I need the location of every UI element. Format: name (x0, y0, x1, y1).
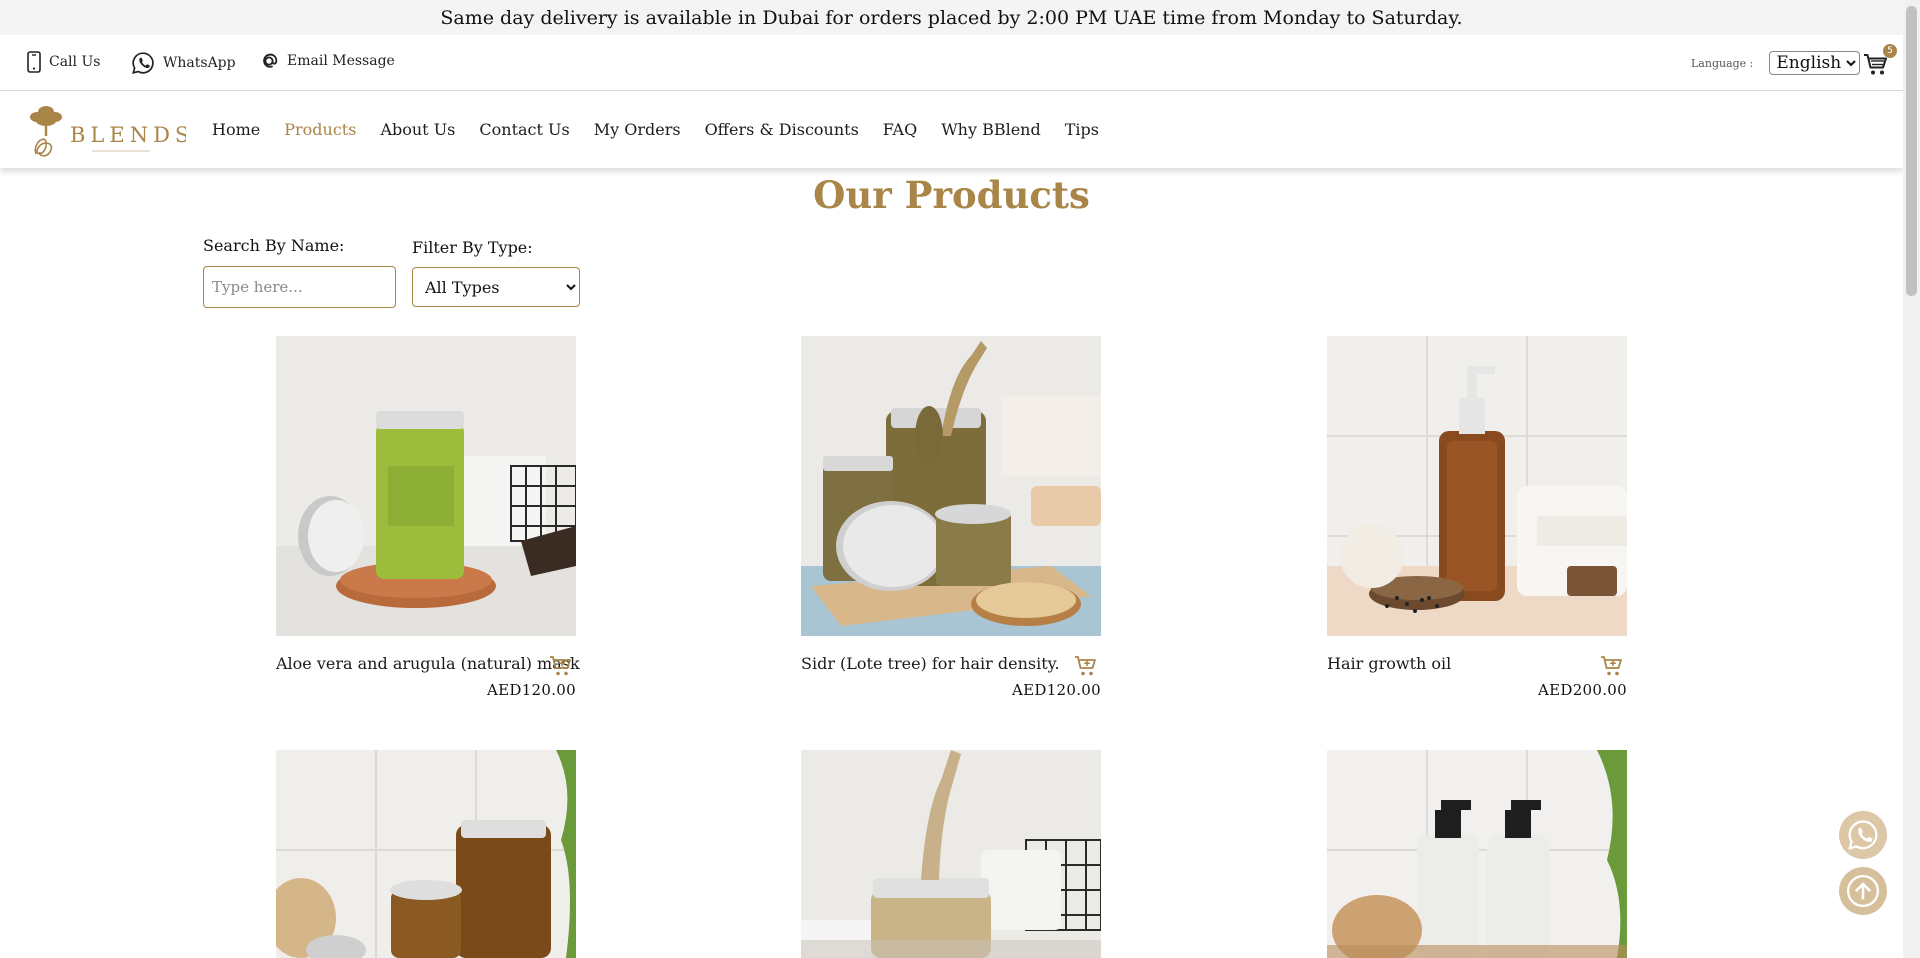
at-sign-icon (263, 53, 278, 68)
product-name[interactable]: Hair growth oil (1327, 654, 1451, 673)
nav-tips[interactable]: Tips (1065, 120, 1099, 139)
filter-label: Filter By Type: (412, 238, 533, 257)
email-link[interactable]: Email Message (259, 51, 395, 71)
add-to-cart-icon[interactable] (1074, 654, 1098, 678)
product-card: Hair growth oil AED200.00 (1327, 336, 1627, 699)
contact-bar: Call Us WhatsApp Email Message Language … (0, 35, 1903, 91)
nav-contact[interactable]: Contact Us (479, 120, 569, 139)
product-price: AED200.00 (1538, 681, 1627, 699)
whatsapp-label: WhatsApp (163, 55, 236, 71)
language-select[interactable]: English (1769, 51, 1861, 75)
product-name[interactable]: Aloe vera and arugula (natural) mask (276, 654, 580, 673)
whatsapp-float-button[interactable] (1839, 811, 1887, 859)
product-card: Aloe vera and arugula (natural) mask AED… (276, 336, 580, 699)
whatsapp-icon (132, 52, 154, 74)
product-price: AED120.00 (487, 681, 576, 699)
search-label: Search By Name: (203, 236, 345, 255)
nav-products[interactable]: Products (284, 120, 356, 139)
call-us-link[interactable]: Call Us (27, 51, 100, 73)
product-name[interactable]: Sidr (Lote tree) for hair density. (801, 654, 1060, 673)
add-to-cart-icon[interactable] (549, 654, 573, 678)
search-input[interactable] (203, 266, 396, 308)
product-image[interactable] (1327, 336, 1627, 636)
nav-links: Home Products About Us Contact Us My Ord… (212, 120, 1123, 139)
announcement-text: Same day delivery is available in Dubai … (440, 6, 1463, 29)
product-price: AED120.00 (1012, 681, 1101, 699)
call-us-label: Call Us (49, 54, 101, 70)
arrow-up-icon (1846, 874, 1880, 908)
main-navigation: BLENDS Home Products About Us Contact Us… (0, 92, 1903, 168)
brand-logo[interactable]: BLENDS (26, 102, 186, 160)
announcement-bar: Same day delivery is available in Dubai … (0, 0, 1903, 35)
phone-icon (27, 51, 41, 73)
product-image[interactable] (276, 750, 576, 958)
product-image[interactable] (276, 336, 576, 636)
nav-why-bblend[interactable]: Why BBlend (941, 120, 1041, 139)
nav-about[interactable]: About Us (380, 120, 455, 139)
product-image[interactable] (1327, 750, 1627, 958)
email-label: Email Message (287, 53, 395, 69)
product-card: Sidr (Lote tree) for hair density. AED12… (801, 336, 1101, 699)
product-image[interactable] (801, 336, 1101, 636)
scrollbar-thumb[interactable] (1906, 6, 1917, 296)
type-filter-select[interactable]: All Types (412, 267, 580, 307)
svg-text:BLENDS: BLENDS (70, 123, 186, 147)
product-image[interactable] (801, 750, 1101, 958)
nav-home[interactable]: Home (212, 120, 260, 139)
add-to-cart-icon[interactable] (1600, 654, 1624, 678)
whatsapp-link[interactable]: WhatsApp (131, 51, 236, 75)
whatsapp-icon (1848, 820, 1878, 850)
nav-offers[interactable]: Offers & Discounts (705, 120, 859, 139)
nav-faq[interactable]: FAQ (883, 120, 917, 139)
page-title: Our Products (813, 173, 1090, 217)
scroll-to-top-button[interactable] (1839, 867, 1887, 915)
language-switcher: Language : English (1691, 51, 1861, 75)
nav-my-orders[interactable]: My Orders (594, 120, 681, 139)
cart-count-badge: 5 (1883, 44, 1897, 58)
language-label: Language : (1691, 56, 1754, 70)
